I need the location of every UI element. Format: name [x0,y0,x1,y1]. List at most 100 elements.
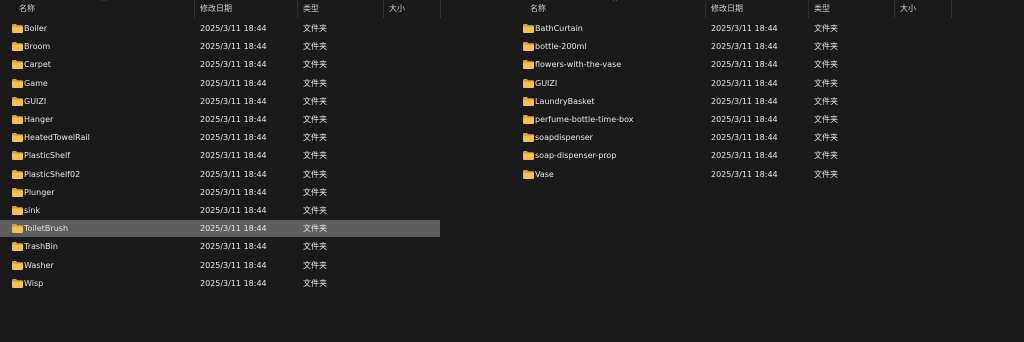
file-row[interactable]: sink 2025/3/11 18:44 文件夹 [0,202,440,219]
file-modified-date: 2025/3/11 18:44 [200,278,267,288]
file-row[interactable]: LaundryBasket 2025/3/11 18:44 文件夹 [511,93,956,110]
folder-icon [523,169,534,179]
file-modified-date: 2025/3/11 18:44 [711,42,778,52]
file-modified-date: 2025/3/11 18:44 [200,24,267,33]
file-type: 文件夹 [303,60,327,70]
file-list-pane-left: 名称 ^ 修改日期 类型 大小 Boiler 2025/3/11 18:44 文件夹… [0,0,445,342]
file-row[interactable]: Hanger 2025/3/11 18:44 文件夹 [0,111,440,128]
column-header-name-label: 名称 [530,4,546,13]
file-row[interactable]: TrashBin 2025/3/11 18:44 文件夹 [0,238,440,255]
folder-icon [12,242,23,252]
column-header-size[interactable]: 大小 [895,0,952,18]
file-type: 文件夹 [303,151,327,161]
file-modified-date: 2025/3/11 18:44 [200,242,267,252]
folder-icon [12,169,23,179]
file-name: Carpet [24,60,51,70]
file-row[interactable]: Broom 2025/3/11 18:44 文件夹 [0,38,440,55]
file-name: soapdispenser [535,133,593,143]
file-row[interactable]: bottle-200ml 2025/3/11 18:44 文件夹 [511,38,956,55]
folder-icon [12,42,23,52]
column-header-type-label: 类型 [814,4,830,13]
folder-icon [12,206,23,215]
column-header-bar: 名称 ^ 修改日期 类型 大小 [511,0,961,18]
file-row[interactable]: Vase 2025/3/11 18:44 文件夹 [511,166,956,183]
file-type: 文件夹 [303,260,327,270]
column-header-name[interactable]: 名称 ^ [0,0,195,18]
file-name: TrashBin [24,242,58,252]
file-type: 文件夹 [814,169,838,179]
file-name: Vase [535,169,554,179]
file-modified-date: 2025/3/11 18:44 [711,78,778,88]
file-modified-date: 2025/3/11 18:44 [711,169,778,179]
file-row[interactable]: Carpet 2025/3/11 18:44 文件夹 [0,56,440,73]
column-header-modified-label: 修改日期 [711,4,743,13]
folder-icon [12,260,23,270]
file-row[interactable]: flowers-with-the-vase 2025/3/11 18:44 文件夹 [511,56,956,73]
file-name: LaundryBasket [535,96,595,106]
file-name: GUIZI [535,78,558,88]
file-name: perfume-bottle-time-box [535,115,634,124]
file-row[interactable]: PlasticShelf 2025/3/11 18:44 文件夹 [0,147,440,164]
folder-icon [12,24,23,33]
file-name: Game [24,78,48,88]
file-type: 文件夹 [303,224,327,234]
folder-icon [523,151,534,161]
sort-ascending-icon: ^ [101,0,107,6]
file-modified-date: 2025/3/11 18:44 [200,115,267,124]
file-modified-date: 2025/3/11 18:44 [200,169,267,179]
file-row[interactable]: GUIZI 2025/3/11 18:44 文件夹 [0,93,440,110]
file-type: 文件夹 [814,151,838,161]
folder-icon [12,224,23,234]
folder-icon [523,78,534,88]
file-modified-date: 2025/3/11 18:44 [711,60,778,70]
file-row[interactable]: Game 2025/3/11 18:44 文件夹 [0,75,440,92]
folder-icon [523,96,534,106]
file-type: 文件夹 [814,96,838,106]
column-header-type[interactable]: 类型 [298,0,384,18]
file-row[interactable]: perfume-bottle-time-box 2025/3/11 18:44 文件… [511,111,956,128]
file-row[interactable]: HeatedTowelRail 2025/3/11 18:44 文件夹 [0,129,440,146]
file-name: GUIZI [24,96,47,106]
file-row[interactable]: Plunger 2025/3/11 18:44 文件夹 [0,184,440,201]
file-modified-date: 2025/3/11 18:44 [711,24,778,33]
file-row[interactable]: Boiler 2025/3/11 18:44 文件夹 [0,20,440,37]
file-row[interactable]: Washer 2025/3/11 18:44 文件夹 [0,257,440,274]
column-header-type-label: 类型 [303,4,319,13]
file-modified-date: 2025/3/11 18:44 [711,115,778,124]
column-header-modified-label: 修改日期 [200,4,232,13]
column-header-name-label: 名称 [19,4,35,13]
file-type: 文件夹 [814,133,838,143]
file-row[interactable]: BathCurtain 2025/3/11 18:44 文件夹 [511,20,956,37]
file-type: 文件夹 [303,24,327,33]
file-row[interactable]: Wisp 2025/3/11 18:44 文件夹 [0,275,440,292]
file-row[interactable]: soap-dispenser-prop 2025/3/11 18:44 文件夹 [511,147,956,164]
file-row[interactable]: ToiletBrush 2025/3/11 18:44 文件夹 [0,220,440,238]
column-header-type[interactable]: 类型 [809,0,895,18]
file-name: PlasticShelf [24,151,70,161]
column-header-modified[interactable]: 修改日期 [706,0,809,18]
file-type: 文件夹 [814,78,838,88]
file-type: 文件夹 [303,187,327,197]
file-name: soap-dispenser-prop [535,151,617,161]
file-name: bottle-200ml [535,42,587,52]
folder-icon [523,133,534,143]
column-header-modified[interactable]: 修改日期 [195,0,298,18]
file-row[interactable]: PlasticShelf02 2025/3/11 18:44 文件夹 [0,166,440,183]
folder-icon [12,278,23,288]
file-modified-date: 2025/3/11 18:44 [200,151,267,161]
folder-icon [523,42,534,52]
file-name: PlasticShelf02 [24,169,81,179]
file-type: 文件夹 [303,169,327,179]
column-header-size-label: 大小 [900,4,916,13]
file-name: sink [24,206,41,215]
file-name: Broom [24,42,51,52]
folder-icon [12,115,23,124]
column-header-size[interactable]: 大小 [384,0,441,18]
file-list-pane-right: 名称 ^ 修改日期 类型 大小 BathCurtain 2025/3/11 18:… [511,0,961,342]
file-type: 文件夹 [303,42,327,52]
file-row[interactable]: soapdispenser 2025/3/11 18:44 文件夹 [511,129,956,146]
column-header-name[interactable]: 名称 ^ [511,0,706,18]
file-row[interactable]: GUIZI 2025/3/11 18:44 文件夹 [511,75,956,92]
file-modified-date: 2025/3/11 18:44 [711,96,778,106]
file-type: 文件夹 [814,24,838,33]
